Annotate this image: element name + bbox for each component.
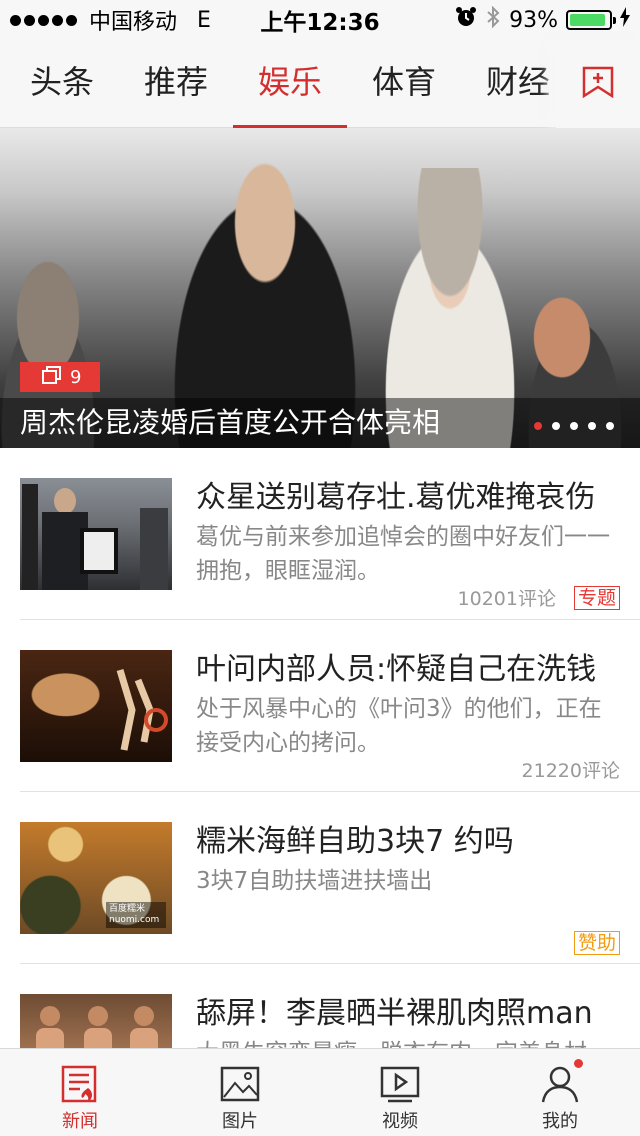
carousel-dot [588,422,596,430]
news-title: 糯米海鲜自助3块7 约吗 [196,824,514,859]
carousel-dot [534,422,542,430]
bottom-tab-pictures[interactable]: 图片 [160,1049,320,1136]
news-meta: 赞助 [573,931,620,955]
bluetooth-icon [485,5,501,35]
bottom-tab-label: 我的 [542,1111,578,1132]
news-meta: 21220评论 [522,756,620,783]
carousel-dot [606,422,614,430]
tab-label: 娱乐 [257,63,322,101]
news-title: 叶问内部人员:怀疑自己在洗钱 [196,652,597,687]
carousel-dot [570,422,578,430]
tab-headlines[interactable]: 头条 [5,40,119,128]
bottom-tab-news[interactable]: 新闻 [0,1049,160,1136]
tab-label: 头条 [29,63,94,101]
channel-tabs: 头条 推荐 娱乐 体育 财经 [0,40,640,128]
tab-label: 体育 [371,63,436,101]
carousel-indicator [534,422,614,430]
tab-entertainment[interactable]: 娱乐 [233,40,347,128]
news-digest: 3块7自助扶墙进扶墙出 [196,868,433,894]
picture-icon [220,1061,260,1107]
topic-tag: 专题 [573,585,620,610]
video-icon [380,1061,420,1107]
photo-count-badge: 9 [20,362,100,392]
charging-icon [620,7,630,33]
tab-sports[interactable]: 体育 [347,40,461,128]
tab-label: 财经 [485,63,550,101]
status-bar: 中国移动 E 上午12:36 93% [0,0,640,40]
add-channel-icon [581,65,615,103]
tab-recommend[interactable]: 推荐 [119,40,233,128]
add-channel-button[interactable] [556,40,640,128]
news-icon [60,1061,100,1107]
hero-banner[interactable]: 9 周杰伦昆凌婚后首度公开合体亮相 [0,128,640,448]
notification-dot [574,1059,583,1068]
bottom-tab-label: 图片 [222,1111,258,1132]
hero-title: 周杰伦昆凌婚后首度公开合体亮相 [20,406,441,439]
status-right: 93% [455,5,630,35]
carousel-dot [552,422,560,430]
sponsored-tag: 赞助 [573,931,620,955]
news-meta: 10201评论 专题 [458,584,620,611]
comment-count: 21220评论 [521,760,620,782]
bottom-tab-label: 新闻 [62,1111,98,1132]
news-digest: 处于风暴中心的《叶问3》的他们，正在接受内心的拷问。 [196,696,602,756]
bottom-tab-me[interactable]: 我的 [480,1049,640,1136]
bottom-tab-video[interactable]: 视频 [320,1049,480,1136]
news-thumbnail [20,478,172,590]
news-title: 舔屏！李晨晒半裸肌肉照man [196,996,593,1031]
news-item[interactable]: 叶问内部人员:怀疑自己在洗钱 处于风暴中心的《叶问3》的他们，正在接受内心的拷问… [20,620,640,792]
battery-icon [566,10,616,30]
photo-count: 9 [70,366,82,388]
bottom-nav: 新闻 图片 视频 我的 [0,1048,640,1136]
tab-label: 推荐 [143,63,208,101]
battery-percent: 93% [509,7,558,33]
battery-level-fill [570,14,606,26]
bottom-tab-label: 视频 [382,1111,418,1132]
news-list: 众星送别葛存壮.葛优难掩哀伤 葛优与前来参加追悼会的圈中好友们一一拥抱，眼眶湿润… [0,448,640,1136]
news-item[interactable]: 众星送别葛存壮.葛优难掩哀伤 葛优与前来参加追悼会的圈中好友们一一拥抱，眼眶湿润… [20,448,640,620]
alarm-icon [455,6,477,34]
news-digest: 葛优与前来参加追悼会的圈中好友们一一拥抱，眼眶湿润。 [196,524,610,584]
profile-icon [540,1061,580,1107]
comment-count: 10201评论 [457,588,556,610]
news-thumbnail: 百度糯米 nuomi.com [20,822,172,934]
news-item[interactable]: 百度糯米 nuomi.com 糯米海鲜自助3块7 约吗 3块7自助扶墙进扶墙出 … [20,792,640,964]
thumbnail-watermark: 百度糯米 nuomi.com [106,902,166,928]
news-thumbnail [20,650,172,762]
news-title: 众星送别葛存壮.葛优难掩哀伤 [196,480,596,515]
gallery-icon [42,365,62,389]
